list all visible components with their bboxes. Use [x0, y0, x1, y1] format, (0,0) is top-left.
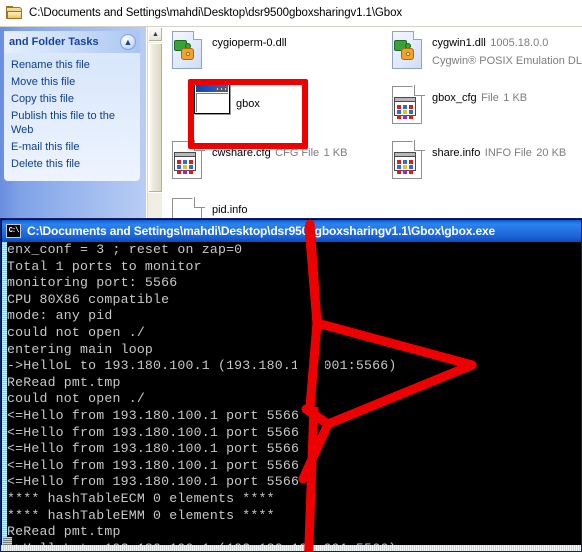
windows-explorer-window: C:\Documents and Settings\mahdi\Desktop\…	[0, 0, 582, 232]
file-item-gbox[interactable]: gbox	[193, 82, 260, 126]
console-title-text: C:\Documents and Settings\mahdi\Desktop\…	[27, 224, 496, 238]
console-bottom-edge	[1, 545, 581, 551]
folder-icon	[6, 6, 23, 20]
console-line: ->HelloL to 193.180.100.1 (193.180.100.0…	[7, 358, 397, 374]
console-line: could not open ./	[7, 324, 145, 340]
file-name: cwshare.cfg	[212, 147, 271, 159]
console-line: could not open ./	[7, 391, 145, 407]
task-link-copy-this-file[interactable]: Copy this file	[11, 92, 129, 106]
dll-icon	[169, 30, 205, 74]
file-list-scrollbar[interactable]: ▲	[147, 27, 163, 232]
console-icon[interactable]: C:\	[6, 224, 21, 238]
file-and-folder-tasks-panel: and Folder Tasks ▲ Rename this file Move…	[4, 31, 140, 181]
file-meta-description: Cygwin® POSIX Emulation DL	[432, 55, 582, 67]
console-line: entering main loop	[7, 341, 154, 357]
file-item-cygioperm-0-dll[interactable]: cygioperm-0.dll	[169, 30, 287, 74]
file-meta-version: 1005.18.0.0	[490, 37, 549, 49]
console-resize-grip[interactable]	[3, 537, 12, 545]
console-line: monitoring port: 5566	[7, 275, 178, 291]
console-title-bar[interactable]: C:\ C:\Documents and Settings\mahdi\Desk…	[2, 220, 581, 242]
console-line: <=Hello from 193.180.100.1 port 5566	[7, 424, 300, 440]
scrollbar-thumb[interactable]	[148, 43, 163, 193]
file-item-share-info[interactable]: share.info INFO File 20 KB	[389, 140, 566, 184]
file-meta-size: 1 KB	[323, 147, 348, 159]
console-output-area[interactable]: enx_conf = 3 ; reset on zap=0 Total 1 por…	[2, 242, 581, 551]
console-line: enx_conf = 3 ; reset on zap=0	[7, 242, 243, 257]
task-link-move-this-file[interactable]: Move this file	[11, 75, 129, 89]
file-name: cygwin1.dll	[432, 37, 486, 49]
console-line: **** hashTableECM 0 elements ****	[7, 490, 275, 506]
task-link-publish-this-file-to-the-web[interactable]: Publish this file to the Web	[11, 109, 129, 137]
dll-icon	[389, 30, 425, 74]
console-line: Total 1 ports to monitor	[7, 258, 202, 274]
task-link-email-this-file[interactable]: E-mail this file	[11, 140, 129, 154]
console-line: <=Hello from 193.180.100.1 port 5566	[7, 474, 300, 490]
task-panel-title: and Folder Tasks	[9, 36, 99, 48]
config-file-icon	[389, 140, 425, 184]
file-meta-type: CFG File	[275, 147, 320, 159]
task-link-delete-this-file[interactable]: Delete this file	[11, 157, 129, 171]
config-file-icon	[389, 85, 425, 129]
address-bar[interactable]: C:\Documents and Settings\mahdi\Desktop\…	[0, 0, 582, 27]
file-name: cygioperm-0.dll	[212, 37, 287, 49]
console-output-text: enx_conf = 3 ; reset on zap=0 Total 1 por…	[7, 242, 567, 551]
console-window: C:\ C:\Documents and Settings\mahdi\Desk…	[0, 218, 582, 552]
console-line: mode: any pid	[7, 308, 113, 324]
console-line: <=Hello from 193.180.100.1 port 5566	[7, 457, 300, 473]
scrollbar-up-arrow-icon[interactable]: ▲	[148, 27, 163, 42]
address-path-text: C:\Documents and Settings\mahdi\Desktop\…	[29, 7, 403, 19]
task-panel-header[interactable]: and Folder Tasks ▲	[4, 31, 140, 53]
file-item-cwshare-cfg[interactable]: cwshare.cfg CFG File 1 KB	[169, 140, 347, 184]
task-pane: and Folder Tasks ▲ Rename this file Move…	[0, 27, 146, 232]
console-line: <=Hello from 193.180.100.1 port 5566	[7, 407, 300, 423]
application-window-icon	[193, 82, 230, 126]
file-name: gbox_cfg	[432, 92, 477, 104]
task-link-list: Rename this file Move this file Copy thi…	[4, 53, 140, 181]
file-item-cygwin1-dll[interactable]: cygwin1.dll 1005.18.0.0 Cygwin® POSIX Em…	[389, 30, 582, 74]
console-line: **** hashTableEMM 0 elements ****	[7, 507, 275, 523]
console-left-edge-decoration	[2, 242, 7, 551]
chevron-up-icon[interactable]: ▲	[120, 34, 136, 50]
file-name: share.info	[432, 147, 481, 159]
console-line: ReRead pmt.tmp	[7, 374, 121, 390]
console-line: <=Hello from 193.180.100.1 port 5566	[7, 441, 300, 457]
file-name: gbox	[236, 98, 260, 110]
console-line: CPU 80X86 compatible	[7, 291, 170, 307]
file-meta-size: 20 KB	[536, 147, 567, 159]
file-item-gbox-cfg[interactable]: gbox_cfg File 1 KB	[389, 85, 527, 129]
file-name: pid.info	[212, 204, 248, 216]
console-line: ReRead pmt.tmp	[7, 524, 121, 540]
config-file-icon	[169, 140, 205, 184]
file-meta-type: File	[481, 92, 499, 104]
task-link-rename-this-file[interactable]: Rename this file	[11, 58, 129, 72]
file-meta-size: 1 KB	[503, 92, 528, 104]
file-list: cygioperm-0.dll cygwin1.dll 1005.18.0.0 …	[163, 27, 582, 232]
file-meta-type: INFO File	[484, 147, 532, 159]
